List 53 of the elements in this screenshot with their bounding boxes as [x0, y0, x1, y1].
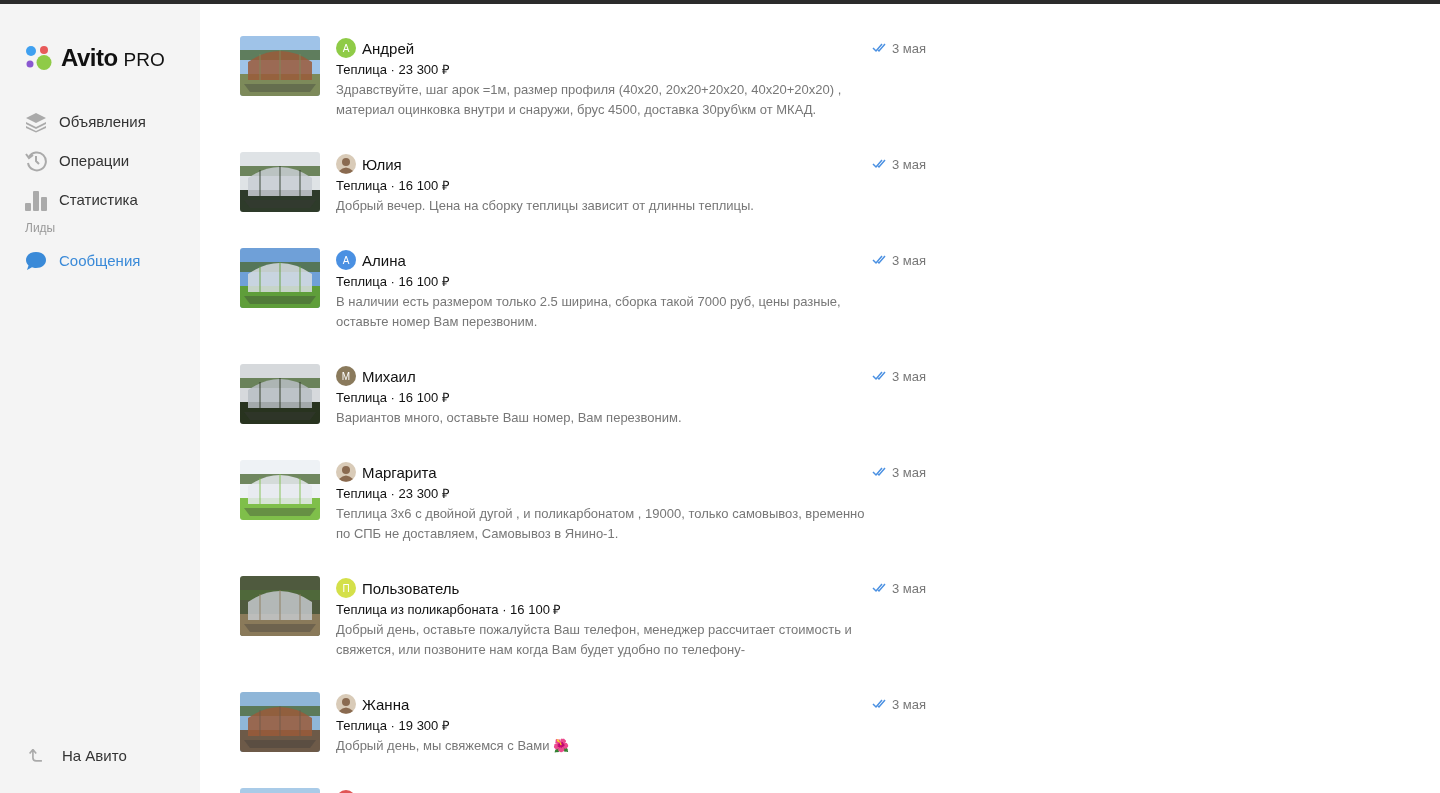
ad-title: Теплица · 16 100 ₽ — [336, 389, 451, 407]
logo-suffix: PRO — [123, 48, 165, 71]
message-date: 3 мая — [891, 156, 926, 172]
message-row[interactable]: Маргарита 3 мая Теплица · 23 300 ₽ Теплица 3х6 с двойной дугой , и поликарбонатом , 19000, только самовывоз, временно по СПБ не доставляем, Самовывоз в Янино-1. — [240, 460, 926, 544]
message-row[interactable]: Жанна 3 мая Теплица · 19 300 ₽ Добрый день, мы свяжемся с Вами 🌺 — [240, 692, 926, 756]
sender-name: Михаил — [362, 367, 416, 385]
message-date: 3 мая — [891, 368, 926, 384]
sender-name: Алина — [362, 251, 406, 269]
ad-title: Теплица · 16 100 ₽ — [336, 177, 451, 195]
avatar: П — [336, 578, 356, 598]
message-row[interactable]: Юлия 3 мая Теплица · 16 100 ₽ Добрый вечер. Цена на сборку теплицы зависит от длинны теплицы. — [240, 152, 926, 216]
nav-item[interactable]: Объявления — [25, 102, 200, 141]
logo-text: Avito — [61, 44, 118, 72]
ad-title: Теплица из поликарбоната · 16 100 ₽ — [336, 601, 563, 619]
back-link[interactable]: На Авито — [25, 736, 200, 775]
message-date: 3 мая — [891, 580, 926, 596]
avatar: А — [336, 250, 356, 270]
nav-item[interactable]: Операции — [25, 141, 200, 180]
message-row[interactable]: А Андрей 3 мая Теплица · 23 300 ₽ Здравствуйте, шаг арок =1м, размер профиля (40х20, 20х20+20х20, 40х20+20х20) , материал оцинковка внутри и снаружи, брус 4500, доставка 30руб\км от МКАД. — [240, 36, 926, 120]
ad-title: Теплица · 23 300 ₽ — [336, 485, 451, 503]
avatar-icon — [336, 462, 356, 482]
message-date: 3 мая — [891, 696, 926, 712]
ad-title: Теплица · 23 300 ₽ — [336, 61, 451, 79]
avatar: М — [336, 366, 356, 386]
sender-name: Юлия — [362, 155, 402, 173]
message-preview: Здравствуйте, шаг арок =1м, размер профиля (40х20, 20х20+20х20, 40х20+20х20) , материал оцинковка внутри и снаружи, брус 4500, доставка 30руб\км от МКАД. — [336, 81, 843, 119]
nav-item[interactable]: Статистика — [25, 180, 200, 219]
sender-name: Пользователь — [362, 579, 460, 597]
message-date: 3 мая — [891, 464, 926, 480]
layers-icon — [25, 110, 47, 133]
avatar-icon — [336, 694, 356, 714]
message-row[interactable]: М Михаил 3 мая Теплица · 16 100 ₽ Вариантов много, оставьте Ваш номер, Вам перезвоним. — [240, 364, 926, 428]
message-preview: Добрый день, мы свяжемся с Вами 🌺 — [336, 737, 571, 755]
bar-chart-icon — [25, 188, 47, 211]
ad-title: Теплица · 16 100 ₽ — [336, 273, 451, 291]
chat-icon — [25, 249, 47, 272]
sender-name: Маргарита — [362, 463, 437, 481]
message-preview: Добрый день, оставьте пожалуйста Ваш телефон, менеджер рассчитает стоимость и свяжется, или позвоните нам когда Вам будет удобно по телефону- — [336, 621, 853, 659]
avatar-icon — [336, 154, 356, 174]
message-preview: Добрый вечер. Цена на сборку теплицы зависит от длинны теплицы. — [336, 197, 755, 215]
message-row[interactable]: А Алина 3 мая Теплица · 16 100 ₽ В наличии есть размером только 2.5 ширина, сборка такой 7000 руб, цены разные, оставьте номер Вам перезвоним. — [240, 248, 926, 332]
message-date: 3 мая — [891, 252, 926, 268]
section-label: Лиды — [25, 221, 57, 235]
sender-name: Андрей — [362, 39, 415, 57]
avatar: А — [336, 38, 356, 58]
message-row[interactable]: П Пользователь 3 мая Теплица из поликарбоната · 16 100 ₽ Добрый день, оставьте пожалуйста Ваш телефон, менеджер рассчитает стоимость и свяжется, или позвоните нам когда Вам будет удобно по телефону- — [240, 576, 926, 660]
sender-name: Жанна — [362, 695, 410, 713]
message-preview: Вариантов много, оставьте Ваш номер, Вам перезвоним. — [336, 409, 683, 427]
history-icon — [25, 149, 47, 172]
message-preview: В наличии есть размером только 2.5 ширина, сборка такой 7000 руб, цены разные, оставьте номер Вам перезвоним. — [336, 293, 842, 331]
ad-title: Теплица · 19 300 ₽ — [336, 717, 451, 735]
message-date: 3 мая — [891, 40, 926, 56]
message-preview: Теплица 3х6 с двойной дугой , и поликарбонатом , 19000, только самовывоз, временно по СПБ не доставляем, Самовывоз в Янино-1. — [336, 505, 866, 543]
